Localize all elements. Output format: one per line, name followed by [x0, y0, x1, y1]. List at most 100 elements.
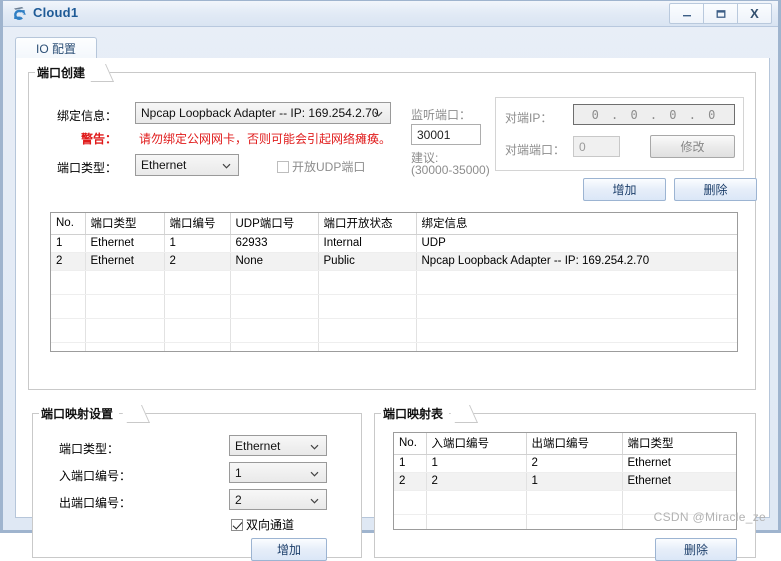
modify-button[interactable]: 修改 — [650, 135, 735, 158]
table-row[interactable]: 1 1 2 Ethernet — [394, 454, 736, 473]
delete-port-button-label: 删除 — [703, 183, 728, 197]
group-title-tail — [446, 405, 479, 423]
table-row-empty[interactable] — [51, 318, 737, 343]
map-add-button[interactable]: 增加 — [251, 538, 327, 561]
port-map-table-group: 端口映射表 No. 入端口编号 出端口编号 端口类型 1 1 2 Etherne… — [374, 405, 756, 561]
app-window: Cloud1 X IO 配置 端口创建 绑定信息： Npcap Loopback… — [0, 0, 781, 561]
maximize-button[interactable] — [703, 3, 738, 24]
udp-port-checkbox-label: 开放UDP端口 — [292, 160, 366, 174]
table-row-empty[interactable] — [51, 342, 737, 351]
port-type-label: 端口类型： — [57, 161, 118, 175]
map-port-type-combo[interactable]: Ethernet — [229, 435, 327, 456]
peer-ip-dot-3: . — [688, 107, 697, 122]
table-row[interactable]: 2 2 1 Ethernet — [394, 472, 736, 491]
table-row-empty[interactable] — [51, 270, 737, 295]
add-port-button-label: 增加 — [612, 183, 637, 197]
port-map-table-title: 端口映射表 — [381, 405, 450, 422]
map-row2-no: 2 — [394, 472, 427, 491]
peer-ip-octet-4: 0 — [708, 107, 717, 122]
tab-io-config[interactable]: IO 配置 — [15, 37, 97, 59]
map-row2-in: 2 — [426, 472, 527, 491]
binding-info-combo[interactable]: Npcap Loopback Adapter -- IP: 169.254.2.… — [135, 102, 391, 124]
port-type-value: Ethernet — [141, 158, 187, 172]
table-row[interactable]: 1 Ethernet 1 62933 Internal UDP — [51, 234, 737, 253]
map-table-header-row: No. 入端口编号 出端口编号 端口类型 — [394, 433, 736, 455]
map-row1-no: 1 — [394, 454, 427, 473]
chevron-down-icon — [374, 108, 383, 117]
peer-ip-octet-3: 0 — [669, 107, 678, 122]
watermark: CSDN @Miracle_ze — [653, 510, 766, 524]
map-row2-out: 1 — [526, 472, 623, 491]
minimize-button[interactable] — [669, 3, 704, 24]
udp-port-checkbox[interactable]: 开放UDP端口 — [277, 158, 365, 175]
map-table-col-no: No. — [394, 433, 427, 455]
port-table-header-row: No. 端口类型 端口编号 UDP端口号 端口开放状态 绑定信息 — [51, 213, 737, 235]
peer-ip-octet-2: 0 — [630, 107, 639, 122]
map-row1-type: Ethernet — [622, 454, 736, 473]
map-delete-button-label: 删除 — [683, 543, 708, 557]
map-in-port-combo[interactable]: 1 — [229, 462, 327, 483]
map-out-port-label: 出端口编号： — [59, 496, 132, 510]
close-button[interactable]: X — [737, 3, 772, 24]
tab-io-config-label: IO 配置 — [35, 42, 76, 56]
map-in-port-value: 1 — [235, 465, 242, 480]
peer-ip-input[interactable]: 0 . 0 . 0 . 0 — [573, 104, 735, 125]
table-row[interactable]: 2 Ethernet 2 None Public Npcap Loopback … — [51, 252, 737, 271]
port-table-grid: No. 端口类型 端口编号 UDP端口号 端口开放状态 绑定信息 1 Ether… — [51, 213, 737, 351]
port-create-group: 端口创建 绑定信息： Npcap Loopback Adapter -- IP:… — [28, 64, 757, 390]
port-row1-type: Ethernet — [85, 234, 165, 253]
peer-ip-octet-1: 0 — [591, 107, 600, 122]
port-type-combo[interactable]: Ethernet — [135, 154, 239, 176]
peer-ip-dot-2: . — [649, 107, 659, 122]
peer-port-label: 对端端口： — [505, 143, 566, 157]
port-row2-udp: None — [230, 252, 319, 271]
cloud-network-icon — [11, 5, 29, 23]
port-row1-number: 1 — [164, 234, 231, 253]
add-port-button[interactable]: 增加 — [583, 178, 666, 201]
map-table-col-type: 端口类型 — [622, 433, 736, 455]
peer-ip-label: 对端IP： — [505, 111, 553, 125]
suggest-range: (30000-35000) — [411, 163, 490, 177]
bidirectional-checkbox-label: 双向通道 — [246, 518, 295, 532]
table-row-empty[interactable] — [51, 294, 737, 319]
listen-port-label: 监听端口： — [411, 108, 472, 122]
binding-info-label: 绑定信息： — [57, 109, 118, 123]
port-table[interactable]: No. 端口类型 端口编号 UDP端口号 端口开放状态 绑定信息 1 Ether… — [50, 212, 738, 352]
checkbox-checked-icon — [231, 518, 243, 531]
bidirectional-checkbox[interactable]: 双向通道 — [231, 516, 294, 533]
map-table-col-in: 入端口编号 — [426, 433, 527, 455]
map-row1-out: 2 — [526, 454, 623, 473]
port-table-col-type: 端口类型 — [85, 213, 165, 235]
port-row2-number: 2 — [164, 252, 231, 271]
port-row2-binding: Npcap Loopback Adapter -- IP: 169.254.2.… — [416, 252, 737, 271]
port-table-col-no: No. — [51, 213, 86, 235]
chevron-down-icon — [310, 440, 319, 450]
map-delete-button[interactable]: 删除 — [655, 538, 737, 561]
warning-label: 警告： — [81, 132, 118, 146]
port-row2-type: Ethernet — [85, 252, 165, 271]
port-map-settings-group: 端口映射设置 端口类型： Ethernet 入端口编号： 1 出端口编号： 2 — [32, 405, 362, 561]
tab-strip: IO 配置 — [15, 37, 770, 59]
modify-button-label: 修改 — [680, 140, 705, 154]
close-icon: X — [750, 6, 759, 21]
port-row1-no: 1 — [51, 234, 86, 253]
map-in-port-label: 入端口编号： — [59, 469, 132, 483]
peer-ip-dot-1: . — [611, 107, 620, 122]
port-map-settings-title: 端口映射设置 — [39, 405, 120, 422]
port-table-col-udp: UDP端口号 — [230, 213, 319, 235]
map-out-port-combo[interactable]: 2 — [229, 489, 327, 510]
io-config-panel: 端口创建 绑定信息： Npcap Loopback Adapter -- IP:… — [15, 58, 770, 561]
listen-port-input[interactable]: 30001 — [411, 124, 481, 145]
delete-port-button[interactable]: 删除 — [674, 178, 757, 201]
title-bar: Cloud1 X — [3, 1, 778, 27]
map-row2-type: Ethernet — [622, 472, 736, 491]
warning-message: 请勿绑定公网网卡，否则可能会引起网络瘫痪。 — [139, 132, 392, 146]
port-table-col-number: 端口编号 — [164, 213, 231, 235]
peer-port-input[interactable]: 0 — [573, 136, 620, 157]
port-row2-no: 2 — [51, 252, 86, 271]
chevron-down-icon — [310, 467, 319, 477]
map-add-button-label: 增加 — [276, 543, 301, 557]
group-title-tail — [118, 405, 151, 423]
window-title: Cloud1 — [33, 5, 79, 20]
listen-port-value: 30001 — [417, 127, 451, 142]
